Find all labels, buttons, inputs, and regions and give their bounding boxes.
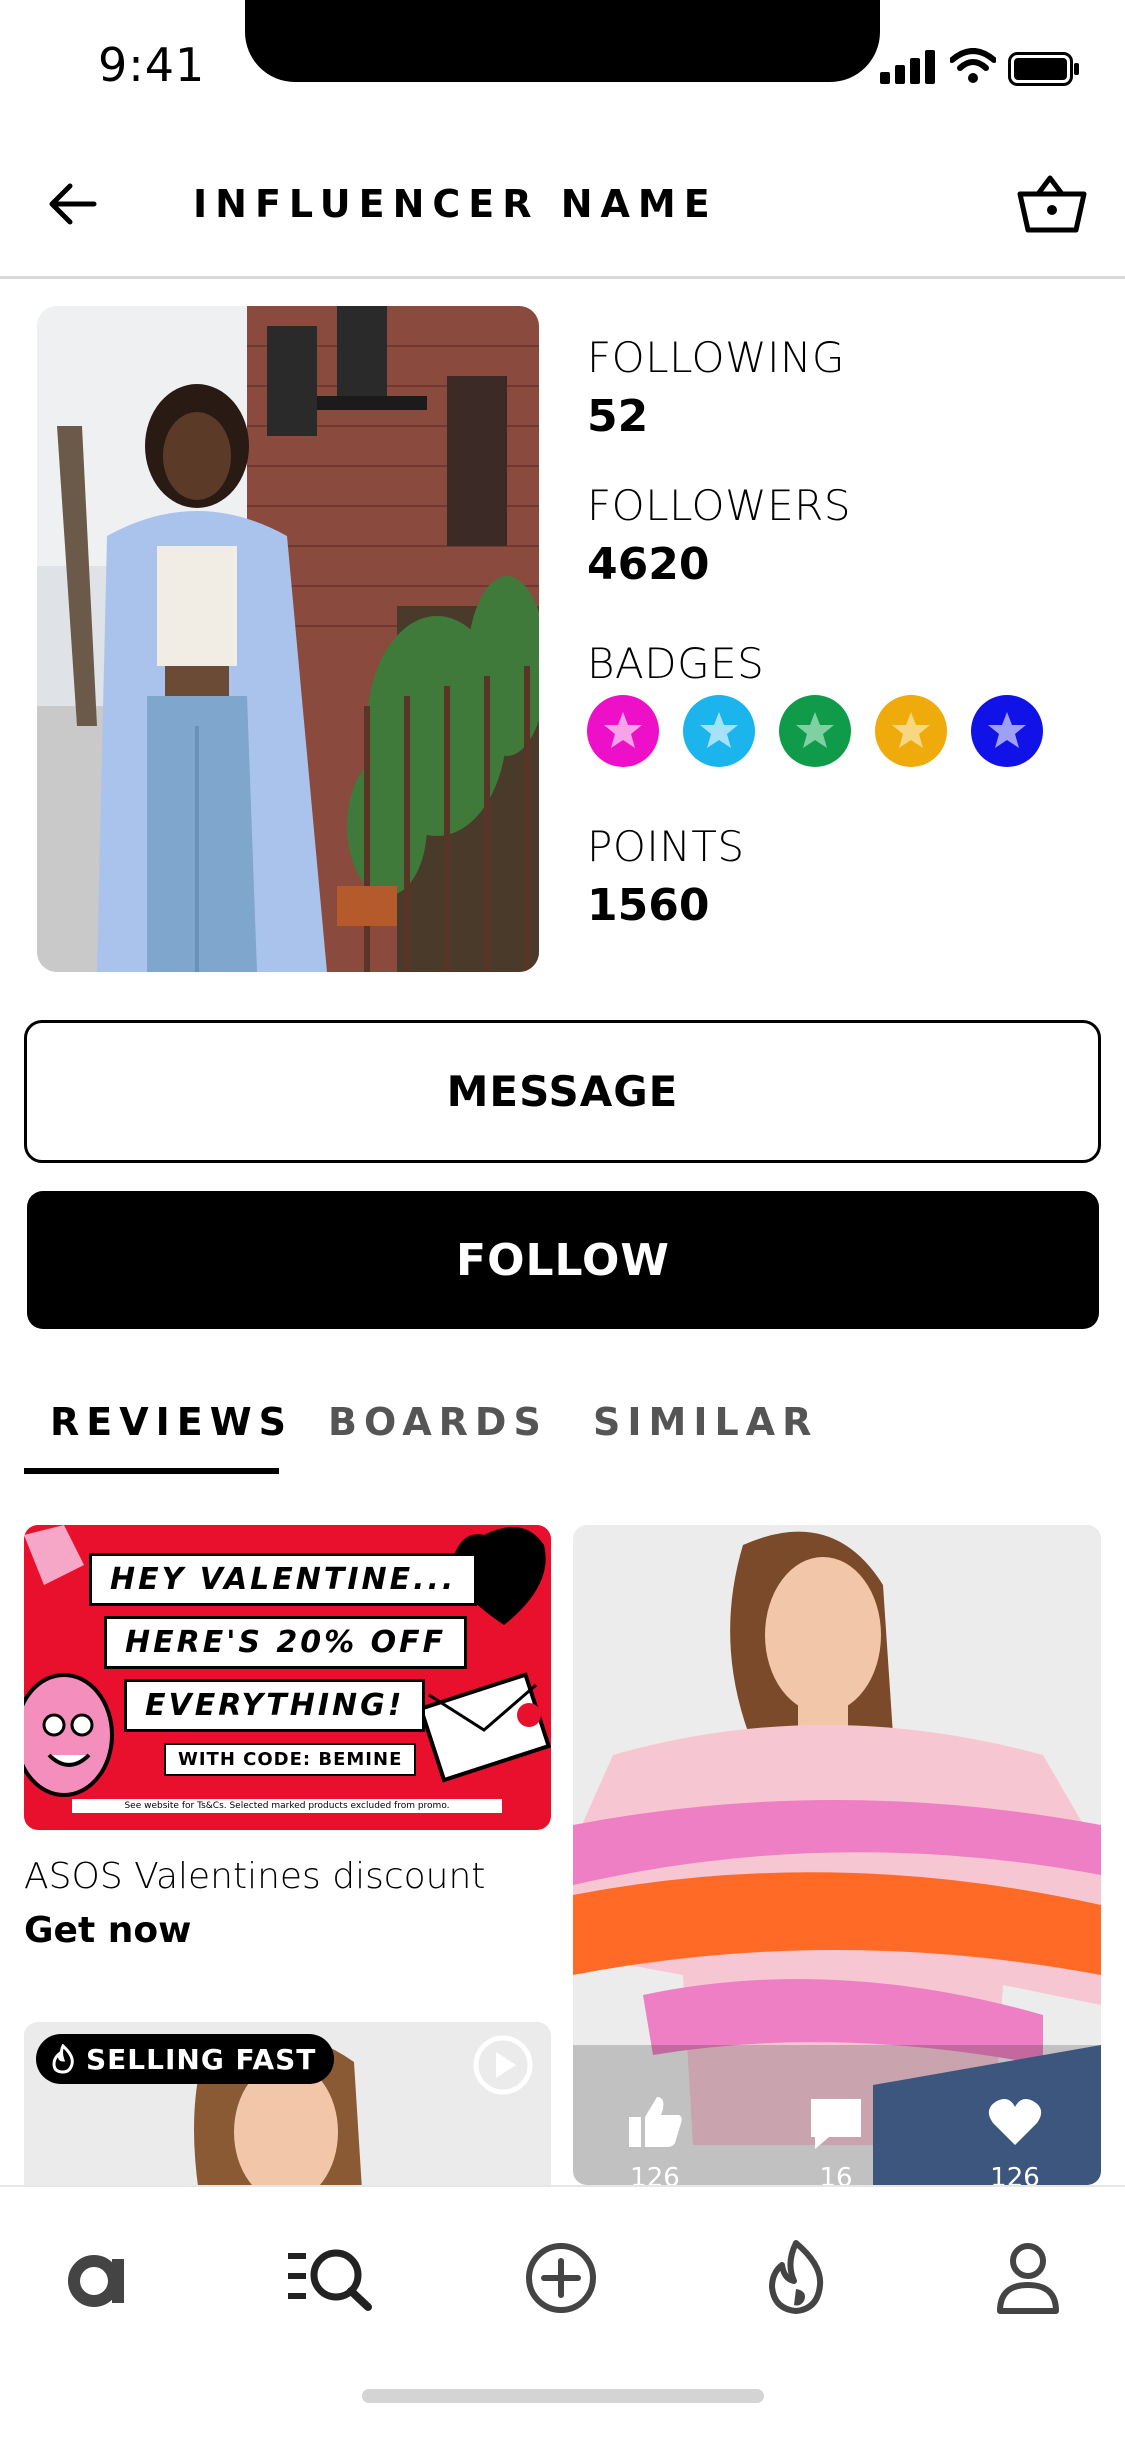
- thumbs-up-icon[interactable]: [625, 2093, 685, 2149]
- promo-caption: ASOS Valentines discount: [24, 1856, 486, 1897]
- following-count[interactable]: 52: [587, 391, 648, 442]
- asos-logo-icon[interactable]: [66, 2247, 130, 2311]
- flame-icon: [52, 2044, 74, 2074]
- followers-count[interactable]: 4620: [587, 539, 709, 590]
- likes-count: 126: [630, 2163, 680, 2185]
- tab-boards[interactable]: BOARDS: [328, 1400, 548, 1444]
- active-tab-indicator: [24, 1468, 279, 1474]
- promo-line-2: HERE'S 20% OFF: [104, 1616, 468, 1669]
- promo-code: WITH CODE: BEMINE: [164, 1743, 417, 1776]
- promo-link[interactable]: Get now: [24, 1910, 191, 1951]
- selling-fast-badge: SELLING FAST: [36, 2034, 335, 2084]
- followers-label: FOLLOWERS: [587, 481, 851, 530]
- page-title: INFLUENCER NAME: [193, 182, 718, 226]
- badge-green[interactable]: [779, 695, 851, 767]
- back-button[interactable]: [44, 176, 100, 236]
- profile-icon[interactable]: [996, 2241, 1060, 2315]
- selling-fast-label: SELLING FAST: [86, 2042, 317, 2076]
- home-indicator: [362, 2389, 764, 2403]
- tab-similar[interactable]: SIMILAR: [593, 1400, 818, 1444]
- badge-pink[interactable]: [587, 695, 659, 767]
- basket-button[interactable]: [1016, 172, 1088, 240]
- points-value: 1560: [587, 880, 710, 931]
- comment-icon[interactable]: [809, 2097, 863, 2151]
- star-icon: [700, 712, 738, 748]
- badge-cyan[interactable]: [683, 695, 755, 767]
- star-icon: [604, 712, 642, 748]
- badge-blue[interactable]: [971, 695, 1043, 767]
- header-divider: [0, 276, 1125, 279]
- tab-reviews[interactable]: REVIEWS: [50, 1400, 293, 1444]
- signal-icon: [880, 50, 936, 88]
- badges-label: BADGES: [587, 639, 765, 688]
- hearts-count: 126: [990, 2163, 1040, 2185]
- badge-gold[interactable]: [875, 695, 947, 767]
- product-image: [573, 1525, 1101, 2185]
- promo-card[interactable]: HEY VALENTINE... HERE'S 20% OFF EVERYTHI…: [24, 1525, 551, 1830]
- message-button[interactable]: MESSAGE: [24, 1020, 1101, 1163]
- profile-photo[interactable]: [37, 306, 539, 972]
- star-icon: [892, 712, 930, 748]
- product-card[interactable]: 126 16 126: [573, 1525, 1101, 2185]
- following-label: FOLLOWING: [587, 333, 845, 382]
- heart-icon[interactable]: [987, 2097, 1043, 2147]
- promo-line-3: EVERYTHING!: [124, 1679, 426, 1732]
- battery-icon: [1008, 52, 1080, 90]
- arrow-left-icon: [49, 183, 97, 225]
- status-time: 9:41: [98, 38, 206, 92]
- promo-line-1: HEY VALENTINE...: [89, 1553, 478, 1606]
- add-icon[interactable]: [524, 2241, 598, 2315]
- notch: [245, 0, 880, 82]
- points-label: POINTS: [587, 822, 745, 871]
- star-icon: [796, 712, 834, 748]
- wifi-icon: [949, 48, 997, 88]
- search-list-icon[interactable]: [286, 2243, 372, 2311]
- promo-fine-print: See website for Ts&Cs. Selected marked p…: [72, 1799, 502, 1813]
- basket-icon: [1017, 175, 1087, 233]
- follow-button[interactable]: FOLLOW: [27, 1191, 1099, 1329]
- play-icon[interactable]: [472, 2034, 534, 2096]
- comments-count: 16: [819, 2163, 853, 2185]
- trending-flame-icon[interactable]: [766, 2239, 826, 2315]
- star-icon: [988, 712, 1026, 748]
